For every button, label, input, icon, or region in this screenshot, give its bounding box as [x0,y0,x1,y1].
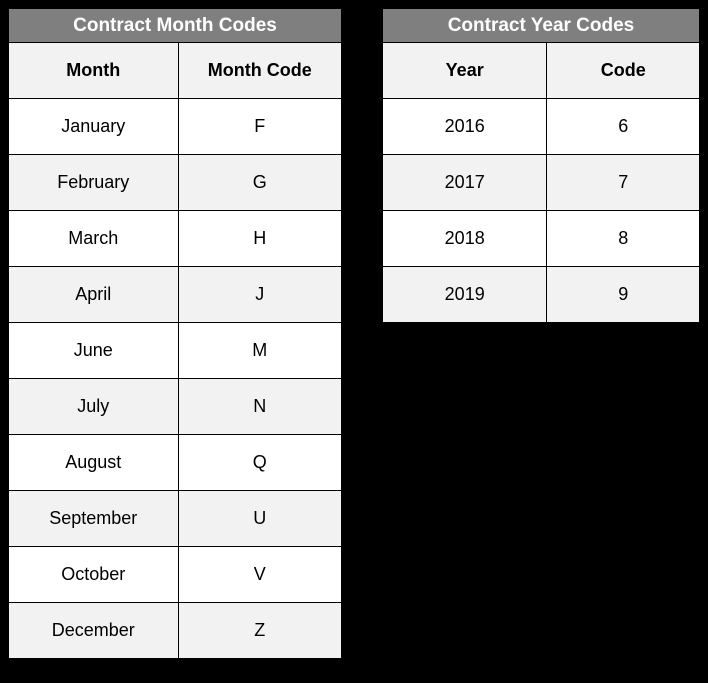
cell-c1: 2019 [382,267,546,323]
month-codes-table: Contract Month Codes Month Month Code Ja… [8,8,342,659]
month-header-code: Month Code [178,43,341,99]
cell-c2: F [178,99,341,155]
cell-c2: Q [178,435,341,491]
cell-c1: August [9,435,179,491]
year-codes-table: Contract Year Codes Year Code 2016620177… [382,8,700,323]
table-row: FebruaryG [9,155,342,211]
cell-c2: M [178,323,341,379]
table-row: OctoberV [9,547,342,603]
cell-c2: 9 [547,267,700,323]
cell-c1: 2018 [382,211,546,267]
cell-c1: July [9,379,179,435]
cell-c1: 2017 [382,155,546,211]
cell-c2: G [178,155,341,211]
month-table-title: Contract Month Codes [9,9,342,43]
cell-c1: February [9,155,179,211]
cell-c2: N [178,379,341,435]
table-row: 20177 [382,155,699,211]
tables-container: Contract Month Codes Month Month Code Ja… [8,8,700,659]
year-header-year: Year [382,43,546,99]
cell-c2: 7 [547,155,700,211]
cell-c1: 2016 [382,99,546,155]
cell-c1: June [9,323,179,379]
cell-c1: December [9,603,179,659]
table-row: 20166 [382,99,699,155]
table-row: JulyN [9,379,342,435]
table-row: JuneM [9,323,342,379]
month-table-body: JanuaryFFebruaryGMarchHAprilJJuneMJulyNA… [9,99,342,659]
cell-c1: April [9,267,179,323]
cell-c1: March [9,211,179,267]
table-row: SeptemberU [9,491,342,547]
year-table-body: 20166201772018820199 [382,99,699,323]
cell-c2: Z [178,603,341,659]
cell-c2: 6 [547,99,700,155]
year-header-code: Code [547,43,700,99]
cell-c2: H [178,211,341,267]
year-table-title: Contract Year Codes [382,9,699,43]
table-row: 20199 [382,267,699,323]
table-row: AugustQ [9,435,342,491]
cell-c1: September [9,491,179,547]
table-row: JanuaryF [9,99,342,155]
cell-c2: 8 [547,211,700,267]
cell-c1: January [9,99,179,155]
cell-c1: October [9,547,179,603]
table-row: AprilJ [9,267,342,323]
cell-c2: V [178,547,341,603]
month-header-name: Month [9,43,179,99]
table-row: MarchH [9,211,342,267]
table-row: 20188 [382,211,699,267]
cell-c2: U [178,491,341,547]
cell-c2: J [178,267,341,323]
table-row: DecemberZ [9,603,342,659]
